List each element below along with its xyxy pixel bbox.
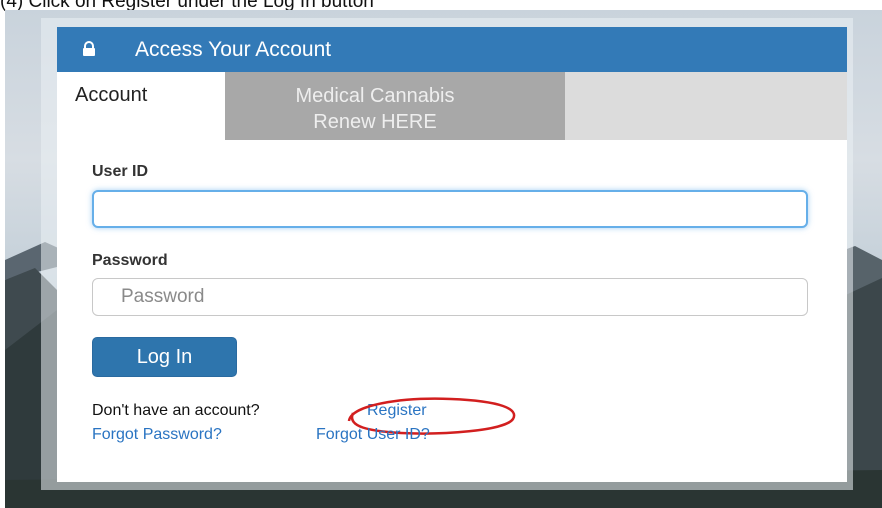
access-account-panel: Access Your Account Account Medical Cann… [57, 27, 847, 482]
forgot-password-link[interactable]: Forgot Password? [92, 426, 222, 444]
tab-bar: Account Medical Cannabis Renew HERE [57, 72, 847, 140]
tab-medical-cannabis-label-line1: Medical Cannabis [295, 85, 455, 107]
password-label: Password [92, 252, 168, 269]
log-in-button[interactable]: Log In [92, 337, 237, 377]
password-input[interactable] [92, 278, 808, 316]
tab-medical-cannabis-label-line2: Renew HERE [313, 111, 437, 133]
tab-account[interactable]: Account [57, 72, 225, 140]
no-account-text: Don't have an account? [92, 402, 260, 419]
forgot-user-id-link[interactable]: Forgot User ID? [316, 426, 430, 444]
tab-account-label: Account [75, 84, 148, 106]
user-id-label: User ID [92, 163, 149, 180]
panel-title: Access Your Account [135, 38, 332, 61]
user-id-input[interactable] [92, 190, 808, 228]
lock-icon [83, 41, 95, 56]
panel-header: Access Your Account [57, 27, 847, 72]
tab-medical-cannabis-renew[interactable]: Medical Cannabis Renew HERE [225, 72, 565, 140]
